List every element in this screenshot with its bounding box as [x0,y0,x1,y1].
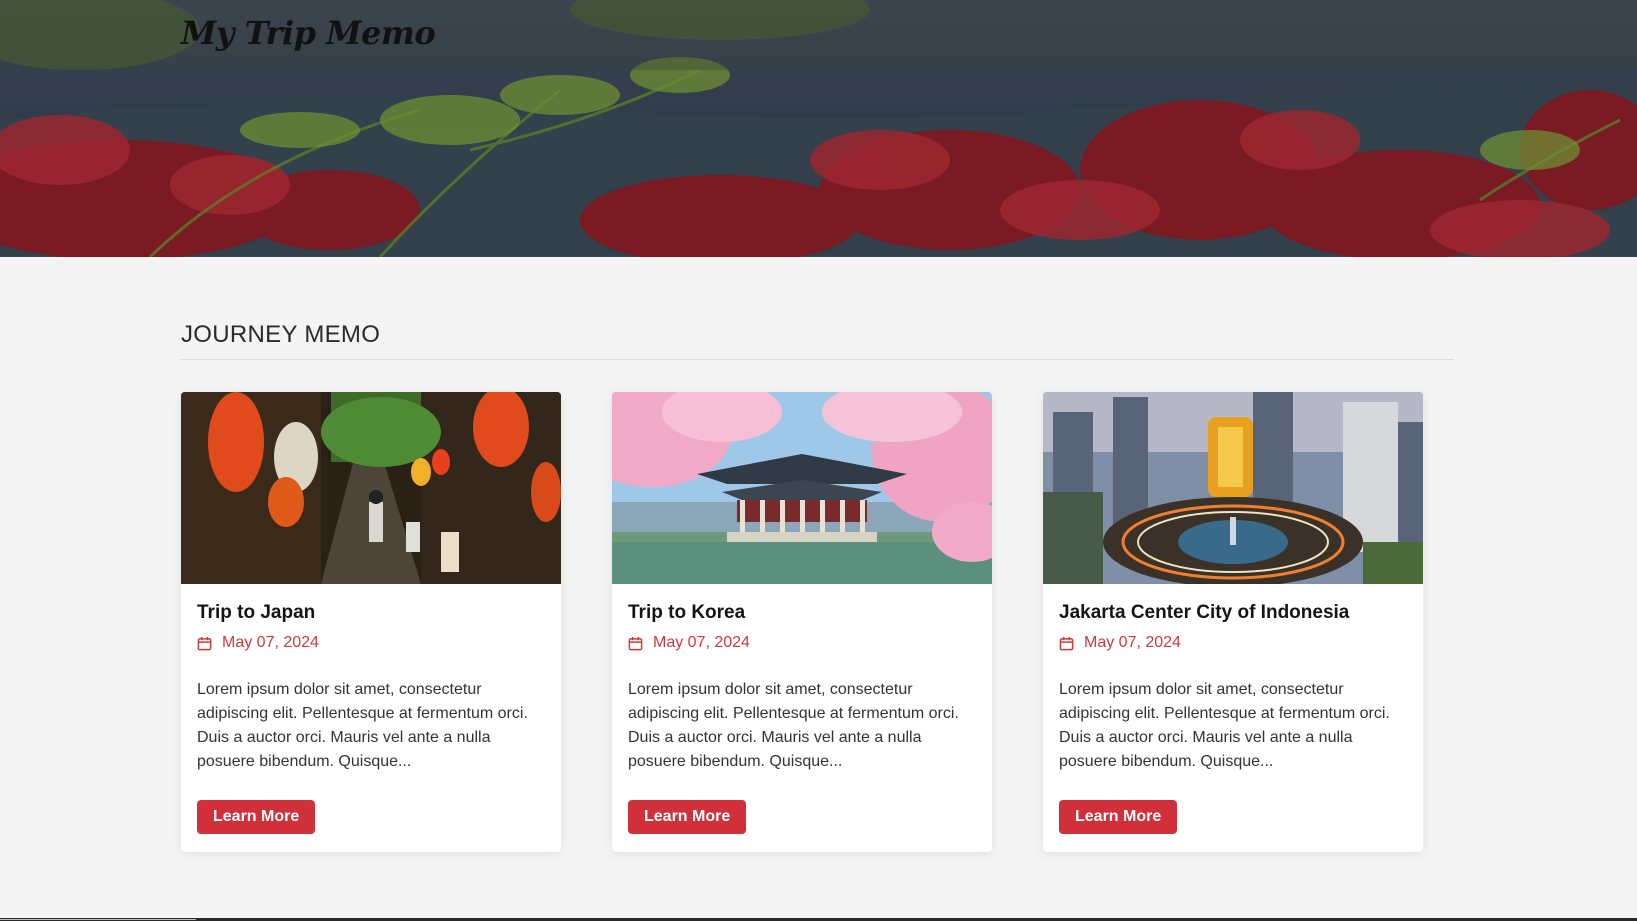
main-content: JOURNEY MEMO Trip to Japan May 07, 2024 … [181,257,1454,852]
learn-more-button[interactable]: Learn More [1059,800,1178,834]
korea-palace-image [612,392,992,584]
trip-card: Jakarta Center City of Indonesia May 07,… [1043,392,1423,852]
card-title: Trip to Japan [197,602,316,623]
card-date-text: May 07, 2024 [653,634,750,651]
card-date-text: May 07, 2024 [222,634,319,651]
calendar-icon [197,636,212,650]
card-date-text: May 07, 2024 [1084,634,1181,651]
hero-banner: My Trip Memo [0,0,1637,257]
card-date: May 07, 2024 [1059,634,1407,652]
calendar-icon [1059,636,1074,650]
section-title: JOURNEY MEMO [181,321,1454,360]
learn-more-button[interactable]: Learn More [628,800,747,834]
card-excerpt: Lorem ipsum dolor sit amet, consectetur … [1059,681,1390,770]
site-logo[interactable]: My Trip Memo [181,14,436,52]
card-excerpt: Lorem ipsum dolor sit amet, consectetur … [197,681,528,770]
calendar-icon [628,636,643,650]
card-excerpt: Lorem ipsum dolor sit amet, consectetur … [628,681,959,770]
card-date: May 07, 2024 [197,634,545,652]
learn-more-button[interactable]: Learn More [197,800,316,834]
card-title: Trip to Korea [628,602,746,623]
card-date: May 07, 2024 [628,634,976,652]
japan-alley-image [181,392,561,584]
jakarta-city-image [1043,392,1423,584]
trip-card: Trip to Japan May 07, 2024 Lorem ipsum d… [181,392,561,852]
card-list: Trip to Japan May 07, 2024 Lorem ipsum d… [181,392,1454,852]
card-title: Jakarta Center City of Indonesia [1059,602,1350,623]
navbar: My Trip Memo [0,0,1637,70]
trip-card: Trip to Korea May 07, 2024 Lorem ipsum d… [612,392,992,852]
